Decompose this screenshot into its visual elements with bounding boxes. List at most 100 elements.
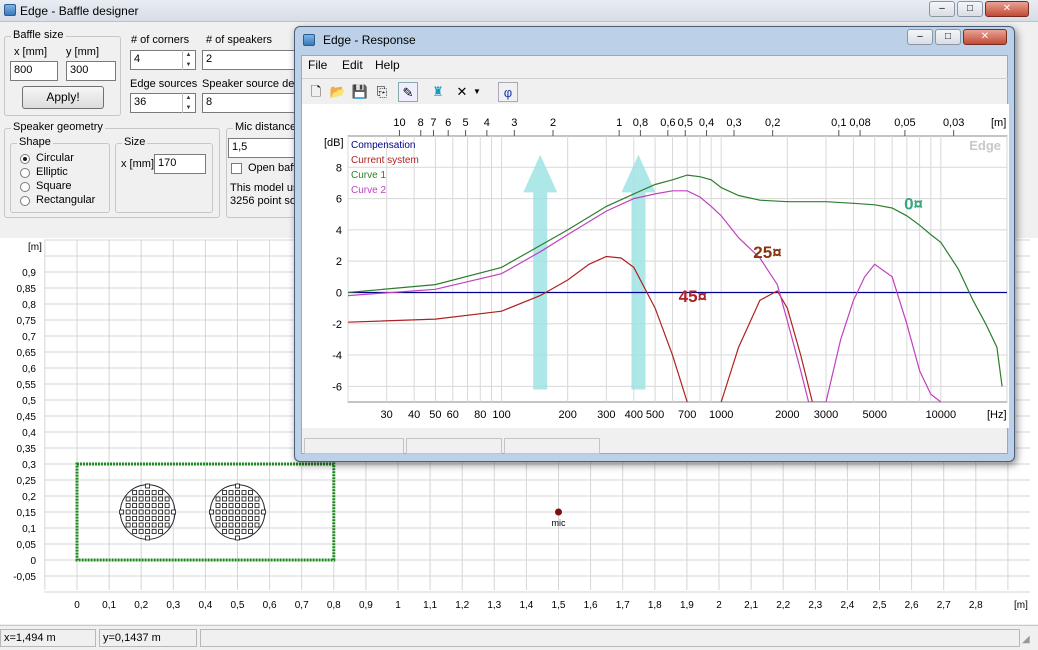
speaker-source-point	[125, 509, 131, 515]
phase-button[interactable]: φ	[498, 82, 518, 102]
response-status-1	[304, 438, 404, 454]
speaker-source-point	[145, 535, 151, 541]
open-baffle-label: Open baffl	[248, 162, 299, 174]
speaker-geometry-caption: Speaker geometry	[11, 121, 105, 133]
speaker-source-point	[171, 509, 177, 515]
y-tick-label: 0,05	[17, 540, 37, 551]
shape-square-radio[interactable]	[20, 182, 30, 192]
response-minimize-button[interactable]: ‒	[907, 29, 933, 45]
top-tick-label: 0,05	[894, 117, 915, 129]
shape-rectangular-radio[interactable]	[20, 196, 30, 206]
save-icon[interactable]: 💾	[350, 82, 370, 102]
x-tick-label: 0,9	[359, 600, 373, 611]
y-tick-label: 0,2	[22, 492, 36, 503]
speaker-source-point	[145, 522, 151, 528]
speaker-source-point	[145, 483, 151, 489]
speaker-source-point	[145, 516, 151, 521]
menu-file[interactable]: File	[308, 58, 327, 72]
response-close-button[interactable]: ✕	[963, 29, 1007, 45]
menu-edit[interactable]: Edit	[342, 58, 363, 72]
top-tick-label: 6	[445, 117, 451, 129]
baffle-x-input[interactable]: 800	[10, 61, 58, 81]
copy-icon[interactable]: ⎘	[372, 82, 392, 102]
maximize-button[interactable]: □	[957, 1, 983, 17]
size-x-input[interactable]: 170	[154, 154, 206, 174]
speaker-source-point	[151, 503, 157, 508]
top-tick-label: 0,2	[765, 117, 780, 129]
mic-distance-input[interactable]: 1,5	[228, 138, 304, 158]
speakers-label: # of speakers	[206, 34, 273, 46]
top-tick-label: 0,6	[660, 117, 675, 129]
spin-down-icon[interactable]: ▼	[183, 60, 194, 70]
speaker-source-point	[145, 529, 151, 534]
x-tick-label: 30	[381, 409, 393, 421]
speaker-source-point	[222, 496, 227, 502]
speaker-source-point	[151, 509, 157, 515]
speaker-source-point	[261, 509, 266, 515]
speaker-source-point	[215, 522, 221, 528]
speaker-source-point	[158, 522, 164, 528]
y-tick-label: 0,3	[22, 460, 36, 471]
speaker-source-point	[235, 529, 240, 534]
spin-down-icon[interactable]: ▼	[183, 103, 194, 113]
speaker-source-point	[235, 483, 240, 489]
resize-grip-icon[interactable]: ◢	[1022, 634, 1030, 645]
minimize-button[interactable]: ‒	[929, 1, 955, 17]
dropdown-arrow-icon[interactable]: ▼	[470, 82, 484, 102]
baffle-y-label: y [mm]	[66, 46, 99, 58]
pencil-icon[interactable]: ✎	[398, 82, 418, 102]
x-axis-label: [Hz]	[987, 409, 1007, 421]
speaker-source-point	[228, 522, 234, 528]
shape-circular-radio[interactable]	[20, 154, 30, 164]
x-tick-label: 1,3	[487, 600, 501, 611]
x-tick-label: 2,1	[744, 600, 758, 611]
speakers-input[interactable]: 2	[202, 50, 298, 70]
x-tick-label: 3000	[814, 409, 838, 421]
close-button[interactable]: ✕	[985, 1, 1029, 17]
status-bar: x=1,494 m y=0,1437 m ◢	[0, 625, 1038, 650]
speaker-source-point	[222, 503, 227, 508]
apply-button[interactable]: Apply!	[22, 86, 104, 109]
response-window[interactable]: Edge - Response ‒ □ ✕ File Edit Help 🗋 📂…	[294, 26, 1015, 462]
response-chart[interactable]: 8 6 4 2 0 -2 -4 -6 [dB] 30 40 50 60 80 100 200 300 400 500…	[302, 104, 1009, 428]
y-tick-label: -4	[332, 350, 342, 362]
edge-sources-spinner[interactable]: ▲ ▼	[182, 93, 194, 113]
y-tick-label: 0,45	[17, 412, 37, 423]
shape-elliptic-radio[interactable]	[20, 168, 30, 178]
speaker-source-point	[138, 509, 144, 515]
speaker-source-point	[235, 490, 240, 495]
response-chart-svg[interactable]: 86420-2-4-6[dB]30 40 50 60 80 100 200 300 400 500…	[302, 104, 1009, 428]
x-tick-label: 2,2	[776, 600, 790, 611]
speaker-source-point	[241, 529, 247, 534]
watermark-label: Edge	[969, 138, 1001, 153]
speaker-source-point	[132, 529, 138, 534]
x-tick-label: 0,5	[231, 600, 245, 611]
corners-spinner[interactable]: ▲ ▼	[182, 50, 194, 70]
speaker-source-point	[248, 509, 253, 515]
speaker-source-point	[241, 522, 247, 528]
new-file-icon[interactable]: 🗋	[306, 82, 326, 102]
stamp-icon[interactable]: ♜	[428, 82, 448, 102]
baffle-y-input[interactable]: 300	[66, 61, 116, 81]
response-maximize-button[interactable]: □	[935, 29, 961, 45]
speaker-source-point	[222, 490, 227, 495]
x-tick-label: 1,2	[455, 600, 469, 611]
shape-square-label: Square	[36, 180, 72, 192]
y-tick-label: 6	[336, 194, 342, 206]
menu-help[interactable]: Help	[375, 58, 400, 72]
speaker-source-point	[235, 516, 240, 521]
open-folder-icon[interactable]: 📂	[328, 82, 348, 102]
spin-up-icon[interactable]: ▲	[183, 93, 194, 103]
y-tick-label: 0,85	[17, 284, 37, 295]
speaker-source-density-input[interactable]: 8	[202, 93, 298, 113]
y-tick-label: 0,65	[17, 348, 37, 359]
speaker-source-point	[158, 509, 164, 515]
spin-up-icon[interactable]: ▲	[183, 50, 194, 60]
response-status-3	[504, 438, 600, 454]
speaker-source-point	[228, 503, 234, 508]
open-baffle-checkbox[interactable]	[231, 163, 242, 174]
delete-icon[interactable]: ✕	[452, 82, 472, 102]
speaker-source-point	[164, 503, 170, 508]
x-tick-label: 60	[447, 409, 459, 421]
x-tick-label: 1,5	[552, 600, 566, 611]
